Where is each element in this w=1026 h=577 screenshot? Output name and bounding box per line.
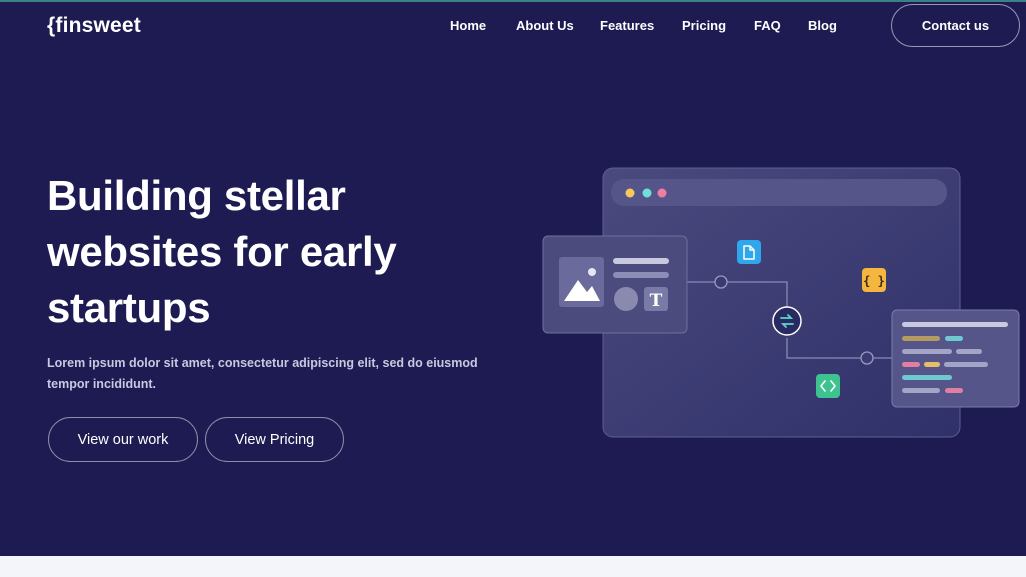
connector-node (860, 351, 874, 365)
curly-braces-glyph: { } (863, 274, 885, 288)
code-line (945, 388, 963, 393)
code-line (902, 349, 952, 354)
contact-us-button[interactable]: Contact us (891, 4, 1020, 47)
code-line (902, 336, 940, 341)
file-icon (737, 240, 761, 264)
code-icon (816, 374, 840, 398)
hero-description: Lorem ipsum dolor sit amet, consectetur … (47, 356, 478, 391)
code-line (945, 336, 963, 341)
nav-blog[interactable]: Blog (808, 18, 837, 33)
nav-features[interactable]: Features (600, 18, 654, 33)
image-sun (588, 268, 596, 276)
window-dot-yellow (625, 188, 635, 198)
connector-node (714, 275, 728, 289)
text-line (613, 272, 669, 278)
nav-about-us[interactable]: About Us (516, 18, 574, 33)
code-line (902, 362, 920, 367)
next-section-edge (0, 556, 1026, 577)
nav-pricing[interactable]: Pricing (682, 18, 726, 33)
hero-title: Building stellar websites for early star… (47, 168, 467, 336)
nav-home[interactable]: Home (450, 18, 486, 33)
logo[interactable]: {finsweet (47, 14, 141, 38)
text-tool-glyph: T (650, 291, 663, 311)
text-line (613, 258, 669, 264)
view-pricing-button[interactable]: View Pricing (205, 417, 344, 462)
hero-illustration: T { } (542, 167, 1020, 438)
code-line (924, 362, 940, 367)
window-dot-pink (657, 188, 667, 198)
window-dot-teal (642, 188, 652, 198)
hero-section: {finsweet Home About Us Features Pricing… (0, 0, 1026, 556)
code-line (956, 349, 982, 354)
code-line (902, 388, 940, 393)
shape-circle (614, 287, 638, 311)
hero-title-line: websites for early (47, 228, 397, 275)
hero-title-line: startups (47, 284, 211, 331)
code-line (944, 362, 988, 367)
sync-icon (772, 306, 802, 336)
nav-faq[interactable]: FAQ (754, 18, 781, 33)
view-our-work-button[interactable]: View our work (48, 417, 198, 462)
hero-title-line: Building stellar (47, 172, 346, 219)
code-line (902, 322, 1008, 327)
code-line (902, 375, 952, 380)
